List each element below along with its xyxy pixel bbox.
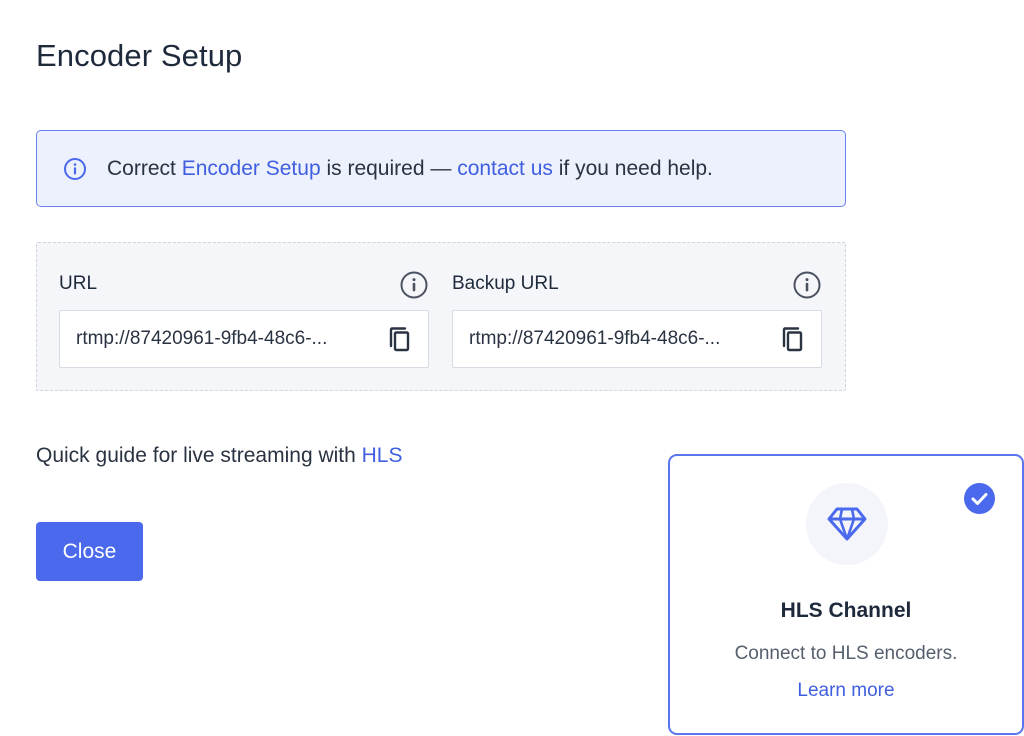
url-label: URL <box>59 273 98 294</box>
backup-url-label: Backup URL <box>452 273 559 294</box>
guide-text: Quick guide for live streaming with <box>36 444 362 467</box>
hls-channel-card[interactable]: HLS Channel Connect to HLS encoders. Lea… <box>668 454 1024 735</box>
backup-url-field[interactable]: rtmp://87420961-9fb4-48c6-... <box>452 310 822 368</box>
info-circle-icon[interactable] <box>399 270 429 300</box>
alert-text-after: if you need help. <box>552 156 713 180</box>
backup-url-value[interactable]: rtmp://87420961-9fb4-48c6-... <box>469 328 777 350</box>
card-description: Connect to HLS encoders. <box>734 643 958 664</box>
encoder-setup-page: Encoder Setup Correct Encoder Setup is r… <box>0 0 1024 736</box>
url-field[interactable]: rtmp://87420961-9fb4-48c6-... <box>59 310 429 368</box>
info-circle-icon[interactable] <box>792 270 822 300</box>
backup-url-group: Backup URL rtmp://87420961-9fb4-48c6-... <box>452 243 822 390</box>
encoder-setup-link[interactable]: Encoder Setup <box>182 157 321 180</box>
learn-more-link[interactable]: Learn more <box>670 680 1022 702</box>
close-button[interactable]: Close <box>36 522 143 581</box>
contact-us-link[interactable]: contact us <box>457 157 553 180</box>
card-title: HLS Channel <box>780 599 912 622</box>
hls-guide-link[interactable]: HLS <box>362 444 403 467</box>
selected-check-icon <box>964 483 995 514</box>
alert-text-middle: is required — <box>320 156 458 180</box>
diamond-icon <box>826 505 868 543</box>
url-value[interactable]: rtmp://87420961-9fb4-48c6-... <box>76 328 384 350</box>
channel-icon-container <box>806 483 888 565</box>
info-alert: Correct Encoder Setup is required — cont… <box>36 130 846 207</box>
alert-message: Correct Encoder Setup is required — cont… <box>107 157 713 181</box>
primary-url-group: URL rtmp://87420961-9fb4-48c6-... <box>59 243 429 390</box>
quick-guide-text: Quick guide for live streaming with HLS <box>36 444 403 468</box>
page-title: Encoder Setup <box>36 38 243 73</box>
copy-icon[interactable] <box>777 324 807 354</box>
urls-panel: URL rtmp://87420961-9fb4-48c6-... Backup… <box>36 242 846 391</box>
copy-icon[interactable] <box>384 324 414 354</box>
info-icon <box>63 157 87 181</box>
alert-text-before: Correct <box>107 156 182 180</box>
